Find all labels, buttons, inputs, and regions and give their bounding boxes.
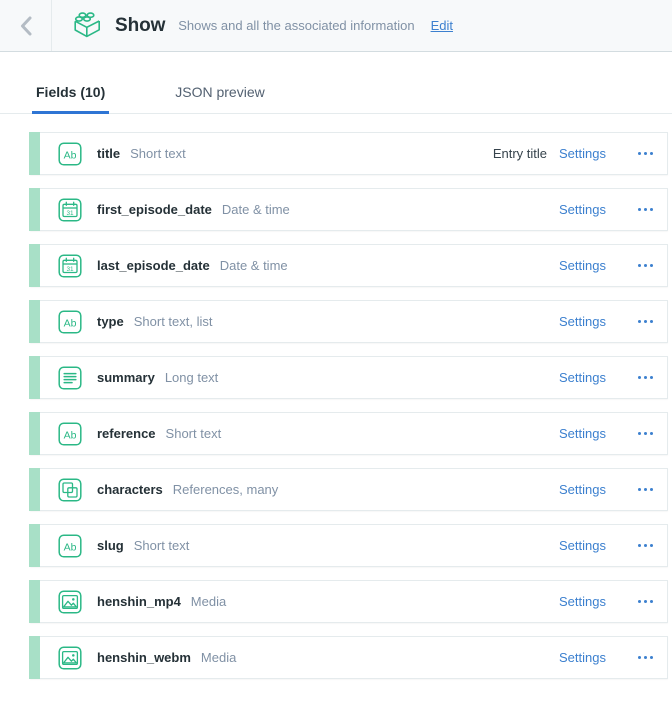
field-type-icon: 31 <box>58 197 82 222</box>
short-text-icon: Ab <box>58 421 82 446</box>
field-type-label: Media <box>190 594 227 609</box>
field-settings-link[interactable]: Settings <box>559 482 623 497</box>
field-settings-link[interactable]: Settings <box>559 426 623 441</box>
chevron-left-icon <box>20 16 31 35</box>
field-more-actions-button[interactable] <box>623 488 667 491</box>
header-content: Show Shows and all the associated inform… <box>52 0 672 51</box>
field-row[interactable]: characters References, many Settings <box>29 468 668 511</box>
drag-handle[interactable] <box>29 636 40 679</box>
field-type-icon: Ab <box>58 309 82 334</box>
field-name: reference <box>97 426 156 441</box>
tab-bar: Fields (10) JSON preview <box>0 52 672 114</box>
field-row[interactable]: 31 first_episode_date Date & time Settings <box>29 188 668 231</box>
drag-handle[interactable] <box>29 468 40 511</box>
reference-icon <box>58 477 82 502</box>
edit-link[interactable]: Edit <box>431 18 453 33</box>
page-description: Shows and all the associated information <box>178 18 415 33</box>
field-type-icon: 31 <box>58 253 82 278</box>
field-settings-link[interactable]: Settings <box>559 258 623 273</box>
field-more-actions-button[interactable] <box>623 208 667 211</box>
field-type-label: Short text <box>130 146 186 161</box>
tab-json-preview[interactable]: JSON preview <box>171 84 268 113</box>
field-more-actions-button[interactable] <box>623 656 667 659</box>
field-more-actions-button[interactable] <box>623 600 667 603</box>
field-type-label: Short text, list <box>133 314 213 329</box>
svg-text:31: 31 <box>66 210 74 217</box>
field-name: characters <box>97 482 163 497</box>
field-type-icon <box>58 589 82 614</box>
field-type-icon: Ab <box>58 141 82 166</box>
field-settings-link[interactable]: Settings <box>559 314 623 329</box>
page-title: Show <box>115 14 166 36</box>
field-name: henshin_webm <box>97 650 191 665</box>
field-row[interactable]: Ab title Short text Entry title Settings <box>29 132 668 175</box>
svg-text:Ab: Ab <box>64 149 77 161</box>
field-settings-link[interactable]: Settings <box>559 370 623 385</box>
drag-handle[interactable] <box>29 188 40 231</box>
long-text-icon <box>58 365 82 390</box>
field-more-actions-button[interactable] <box>623 320 667 323</box>
calendar-icon: 31 <box>58 197 82 222</box>
drag-handle[interactable] <box>29 412 40 455</box>
media-image-icon <box>58 645 82 670</box>
field-type-label: Date & time <box>219 258 288 273</box>
tab-fields[interactable]: Fields (10) <box>32 84 110 114</box>
short-text-icon: Ab <box>58 533 82 558</box>
field-type-icon: Ab <box>58 421 82 446</box>
field-row[interactable]: Ab slug Short text Settings <box>29 524 668 567</box>
field-row[interactable]: 31 last_episode_date Date & time Settings <box>29 244 668 287</box>
field-more-actions-button[interactable] <box>623 432 667 435</box>
field-type-label: Media <box>200 650 237 665</box>
media-image-icon <box>58 589 82 614</box>
drag-handle[interactable] <box>29 132 40 175</box>
svg-text:Ab: Ab <box>64 541 77 553</box>
lego-brick-icon <box>74 11 100 37</box>
field-settings-link[interactable]: Settings <box>559 146 623 161</box>
field-settings-link[interactable]: Settings <box>559 650 623 665</box>
short-text-icon: Ab <box>58 309 82 334</box>
field-type-icon <box>58 645 82 670</box>
field-row[interactable]: henshin_webm Media Settings <box>29 636 668 679</box>
field-type-icon: Ab <box>58 533 82 558</box>
svg-text:31: 31 <box>66 266 74 273</box>
field-type-icon <box>58 477 82 502</box>
drag-handle[interactable] <box>29 356 40 399</box>
field-more-actions-button[interactable] <box>623 264 667 267</box>
field-settings-link[interactable]: Settings <box>559 538 623 553</box>
svg-text:Ab: Ab <box>64 317 77 329</box>
drag-handle[interactable] <box>29 580 40 623</box>
field-name: slug <box>97 538 124 553</box>
field-more-actions-button[interactable] <box>623 544 667 547</box>
short-text-icon: Ab <box>58 141 82 166</box>
field-name: summary <box>97 370 155 385</box>
drag-handle[interactable] <box>29 244 40 287</box>
calendar-icon: 31 <box>58 253 82 278</box>
field-row[interactable]: Ab reference Short text Settings <box>29 412 668 455</box>
field-type-icon <box>58 365 82 390</box>
field-type-label: Short text <box>165 426 222 441</box>
field-type-label: References, many <box>172 482 279 497</box>
field-settings-link[interactable]: Settings <box>559 202 623 217</box>
field-name: title <box>97 146 121 161</box>
drag-handle[interactable] <box>29 524 40 567</box>
field-type-label: Date & time <box>221 202 290 217</box>
field-settings-link[interactable]: Settings <box>559 594 623 609</box>
field-name: henshin_mp4 <box>97 594 181 609</box>
field-name: first_episode_date <box>97 202 212 217</box>
field-row[interactable]: henshin_mp4 Media Settings <box>29 580 668 623</box>
field-type-label: Long text <box>164 370 219 385</box>
field-name: last_episode_date <box>97 258 210 273</box>
field-more-actions-button[interactable] <box>623 376 667 379</box>
back-button[interactable] <box>0 0 52 51</box>
drag-handle[interactable] <box>29 300 40 343</box>
field-row[interactable]: summary Long text Settings <box>29 356 668 399</box>
fields-list: Ab title Short text Entry title Settings 31 fi… <box>0 114 672 679</box>
entry-title-badge: Entry title <box>492 146 547 161</box>
field-name: type <box>97 314 124 329</box>
page-header: Show Shows and all the associated inform… <box>0 0 672 52</box>
field-more-actions-button[interactable] <box>623 152 667 155</box>
field-type-label: Short text <box>133 538 190 553</box>
svg-text:Ab: Ab <box>64 429 77 441</box>
field-row[interactable]: Ab type Short text, list Settings <box>29 300 668 343</box>
